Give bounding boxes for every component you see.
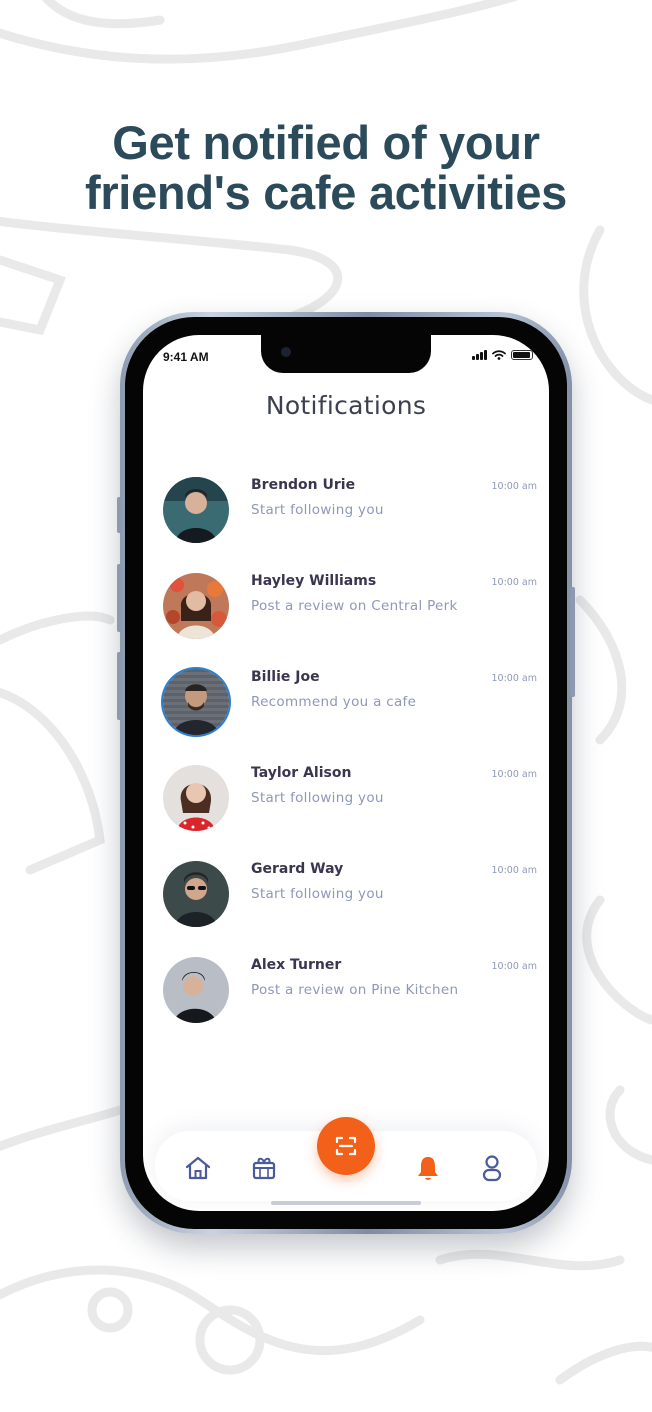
notification-time: 10:00 am — [491, 769, 537, 780]
wifi-icon — [492, 350, 506, 360]
notification-name: Billie Joe — [251, 669, 320, 685]
notification-name: Alex Turner — [251, 957, 342, 973]
page-title: Notifications — [265, 391, 427, 420]
avatar[interactable] — [163, 765, 229, 831]
headline: Get notified of your friend's cafe activ… — [0, 118, 652, 218]
status-time: 9:41 AM — [163, 350, 209, 364]
avatar[interactable] — [163, 957, 229, 1023]
notification-time: 10:00 am — [491, 577, 537, 588]
notification-time: 10:00 am — [491, 865, 537, 876]
headline-line-1: Get notified of your — [112, 116, 540, 169]
bell-icon[interactable] — [413, 1153, 443, 1183]
volume-up-button — [117, 564, 122, 632]
notification-item[interactable]: Alex Turner Post a review on Pine Kitche… — [143, 957, 549, 1037]
notification-time: 10:00 am — [491, 673, 537, 684]
status-icons — [472, 350, 533, 360]
camera-icon — [281, 347, 291, 357]
notification-message: Post a review on Central Perk — [251, 598, 458, 614]
phone-mockup: 9:41 AM Notifications Brendon Urie Start… — [117, 312, 575, 1234]
notification-time: 10:00 am — [491, 481, 537, 492]
avatar[interactable] — [163, 861, 229, 927]
phone-bezel: 9:41 AM Notifications Brendon Urie Start… — [125, 317, 567, 1229]
battery-icon — [511, 350, 533, 360]
home-indicator — [271, 1201, 421, 1205]
notch — [261, 335, 431, 373]
notification-item[interactable]: Hayley Williams Post a review on Central… — [143, 573, 549, 653]
mute-switch — [117, 497, 122, 533]
notification-time: 10:00 am — [491, 961, 537, 972]
avatar[interactable] — [163, 477, 229, 543]
notification-name: Brendon Urie — [251, 477, 356, 493]
scan-button[interactable] — [317, 1117, 375, 1175]
phone-screen: 9:41 AM Notifications Brendon Urie Start… — [143, 335, 549, 1211]
notification-message: Post a review on Pine Kitchen — [251, 982, 459, 998]
headline-line-2: friend's cafe activities — [84, 166, 568, 219]
notification-message: Start following you — [251, 790, 384, 806]
signal-icon — [472, 350, 487, 360]
notification-item[interactable]: Taylor Alison Start following you 10:00 … — [143, 765, 549, 845]
notification-item[interactable]: Billie Joe Recommend you a cafe 10:00 am — [143, 669, 549, 749]
gift-icon[interactable] — [249, 1153, 279, 1183]
notification-name: Taylor Alison — [251, 765, 352, 781]
notification-message: Start following you — [251, 886, 384, 902]
tab-bar — [155, 1117, 537, 1201]
notification-item[interactable]: Gerard Way Start following you 10:00 am — [143, 861, 549, 941]
notification-name: Gerard Way — [251, 861, 344, 877]
notification-name: Hayley Williams — [251, 573, 377, 589]
avatar[interactable] — [163, 669, 229, 735]
power-button — [570, 587, 575, 697]
volume-down-button — [117, 652, 122, 720]
notification-item[interactable]: Brendon Urie Start following you 10:00 a… — [143, 477, 549, 557]
notification-message: Recommend you a cafe — [251, 694, 417, 710]
avatar[interactable] — [163, 573, 229, 639]
profile-icon[interactable] — [477, 1153, 507, 1183]
scan-icon — [335, 1136, 357, 1156]
notification-message: Start following you — [251, 502, 384, 518]
home-icon[interactable] — [183, 1153, 213, 1183]
